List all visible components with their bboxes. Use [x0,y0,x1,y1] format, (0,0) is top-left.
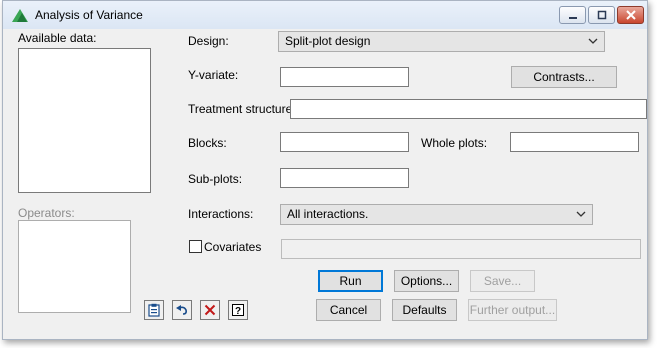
minimize-button[interactable] [559,6,586,24]
window-title: Analysis of Variance [35,8,143,22]
title-bar: Analysis of Variance [3,1,647,29]
yvariate-label: Y-variate: [188,68,239,82]
available-data-list[interactable] [18,48,151,193]
design-label: Design: [188,34,229,48]
defaults-button[interactable]: Defaults [392,299,457,321]
chevron-down-icon [588,38,598,44]
blocks-input[interactable] [280,132,409,152]
close-icon [625,10,636,20]
dialog-window: Analysis of Variance Available data: Ope… [2,0,648,340]
interactions-select[interactable]: All interactions. [280,204,593,225]
yvariate-input[interactable] [280,67,409,87]
further-output-button[interactable]: Further output... [468,299,557,321]
design-select[interactable]: Split-plot design [278,31,605,52]
operators-label: Operators: [18,206,75,220]
operators-list[interactable] [18,220,131,313]
close-window-button[interactable] [617,6,644,24]
clear-icon [204,304,216,316]
svg-text:?: ? [235,306,241,317]
options-button[interactable]: Options... [394,270,459,292]
whole-plots-label: Whole plots: [421,136,488,150]
interactions-select-value: All interactions. [287,207,369,221]
interactions-label: Interactions: [188,207,254,221]
treatment-structure-input[interactable] [290,99,647,119]
chevron-down-icon [576,211,586,217]
app-logo-icon [12,9,28,22]
clipboard-icon [148,303,160,317]
treatment-structure-label: Treatment structure: [188,102,296,116]
design-select-value: Split-plot design [285,34,371,48]
save-button[interactable]: Save... [470,270,535,292]
covariates-checkbox[interactable] [189,240,202,253]
undo-button[interactable] [172,300,192,320]
cancel-button[interactable]: Cancel [316,299,381,321]
run-button[interactable]: Run [318,270,383,292]
help-button[interactable]: ? [228,300,248,320]
blocks-label: Blocks: [188,136,227,150]
undo-icon [176,305,187,315]
sub-plots-input[interactable] [280,168,409,188]
help-icon: ? [232,304,244,317]
whole-plots-input[interactable] [510,132,639,152]
clipboard-button[interactable] [144,300,164,320]
covariates-input[interactable] [281,239,641,259]
minimize-icon [568,17,577,19]
contrasts-button[interactable]: Contrasts... [511,66,617,88]
covariates-label: Covariates [204,240,262,254]
maximize-button[interactable] [588,6,615,24]
clear-button[interactable] [200,300,220,320]
maximize-icon [597,10,606,20]
sub-plots-label: Sub-plots: [188,172,243,186]
available-data-label: Available data: [18,31,97,45]
